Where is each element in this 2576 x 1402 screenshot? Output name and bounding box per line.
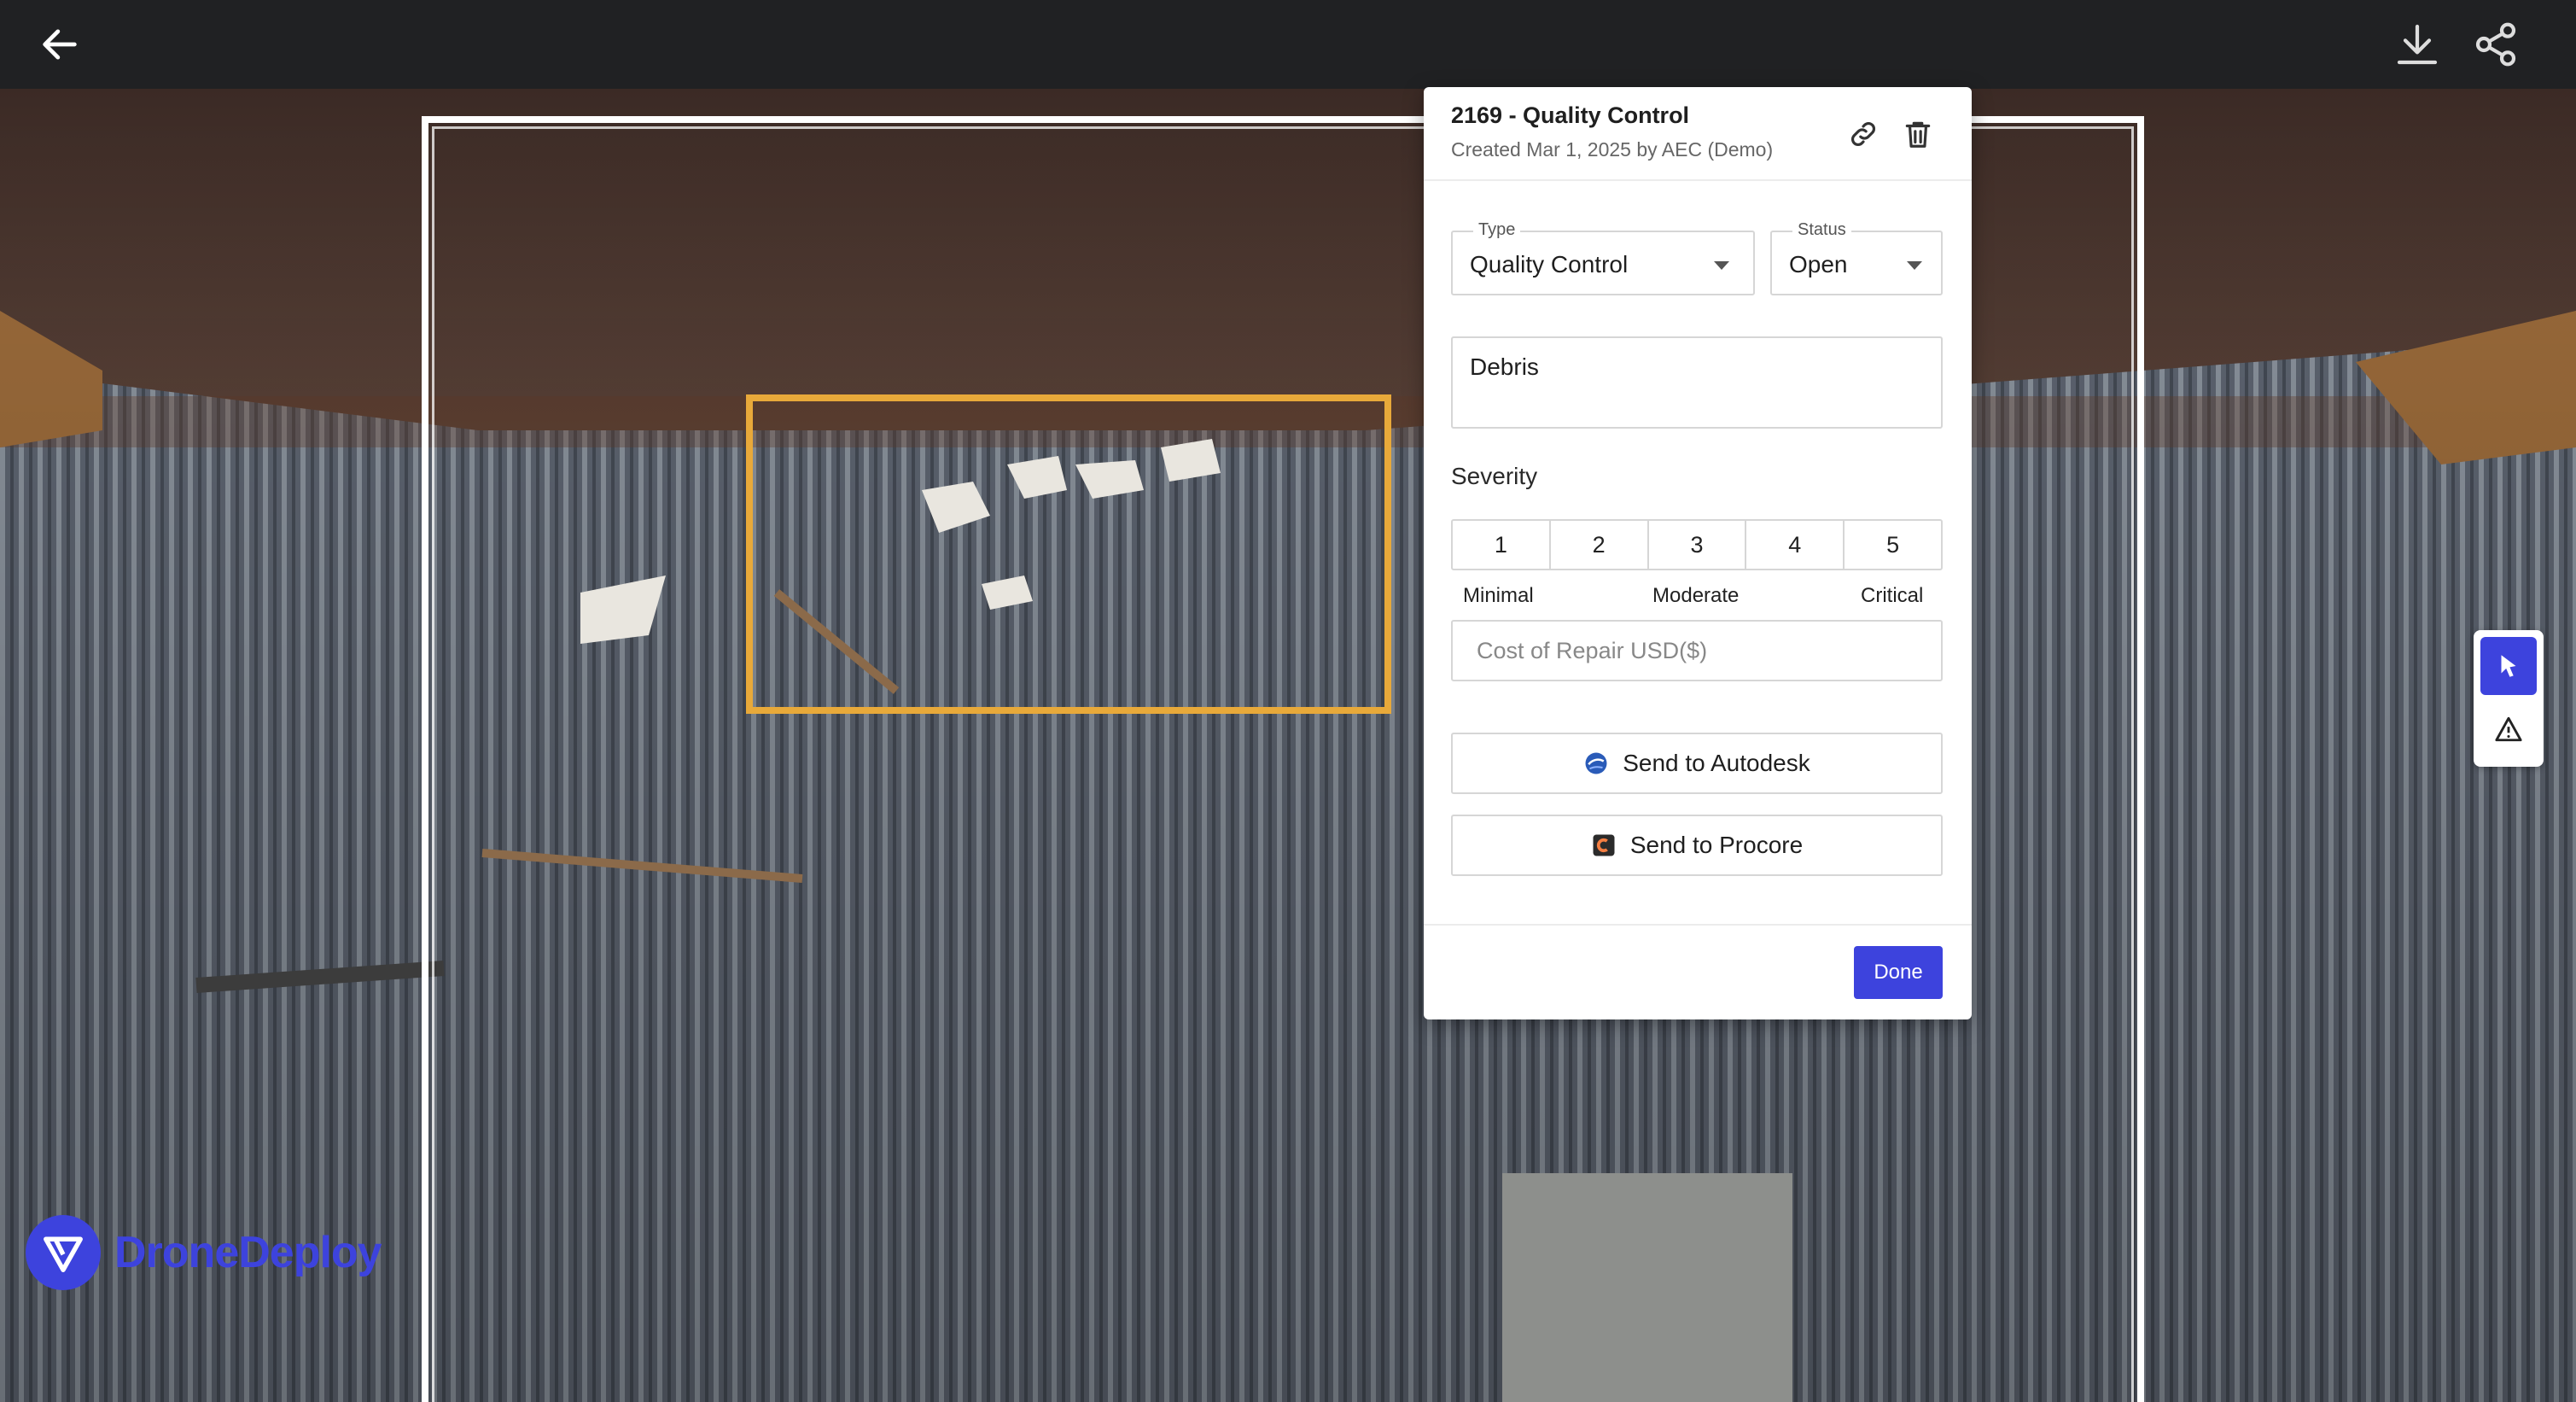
status-label: Status	[1792, 220, 1851, 240]
status-select[interactable]: Status Open	[1770, 220, 1943, 295]
severity-2-button[interactable]: 2	[1551, 521, 1649, 569]
severity-critical-caption: Critical	[1861, 584, 1924, 607]
issue-panel-header: 2169 - Quality Control Created Mar 1, 20…	[1424, 87, 1972, 181]
send-to-procore-label: Send to Procore	[1629, 832, 1804, 858]
send-to-autodesk-label: Send to Autodesk	[1623, 750, 1810, 776]
send-to-procore-button[interactable]: Send to Procore	[1451, 815, 1943, 876]
issue-title: 2169 - Quality Control	[1451, 102, 1690, 128]
severity-moderate-caption: Moderate	[1652, 584, 1740, 607]
cursor-icon[interactable]	[2480, 637, 2537, 695]
download-icon[interactable]	[2393, 20, 2441, 68]
dronedeploy-logo: DroneDeploy	[26, 1212, 382, 1293]
type-select[interactable]: Type Quality Control	[1451, 220, 1755, 295]
severity-4-button[interactable]: 4	[1746, 521, 1845, 569]
issue-name-field[interactable]: Debris	[1451, 336, 1943, 429]
cost-of-repair-input[interactable]	[1453, 622, 1941, 680]
autodesk-icon	[1585, 752, 1607, 774]
issue-subtitle: Created Mar 1, 2025 by AEC (Demo)	[1451, 138, 1774, 161]
severity-3-button[interactable]: 3	[1649, 521, 1747, 569]
panel-divider	[1424, 924, 1972, 926]
type-label: Type	[1473, 220, 1521, 240]
dronedeploy-logo-icon	[26, 1215, 101, 1290]
issue-annotation-box[interactable]	[746, 394, 1391, 714]
send-to-autodesk-button[interactable]: Send to Autodesk	[1451, 733, 1943, 794]
status-value: Open	[1789, 251, 1848, 277]
severity-selector: 1 2 3 4 5	[1451, 519, 1943, 570]
arrow-left-icon[interactable]	[38, 22, 82, 67]
warning-icon[interactable]	[2480, 700, 2537, 758]
link-icon[interactable]	[1842, 113, 1885, 155]
tool-palette	[2474, 630, 2544, 767]
top-bar	[0, 0, 2576, 89]
share-icon[interactable]	[2472, 20, 2520, 68]
issue-name-value: Debris	[1470, 353, 1539, 380]
cost-field	[1451, 620, 1943, 681]
severity-label: Severity	[1451, 463, 1538, 489]
severity-minimal-caption: Minimal	[1463, 584, 1534, 607]
severity-5-button[interactable]: 5	[1845, 521, 1941, 569]
trash-icon[interactable]	[1897, 113, 1939, 155]
procore-icon	[1593, 834, 1615, 856]
issue-panel: 2169 - Quality Control Created Mar 1, 20…	[1424, 87, 1972, 1019]
severity-1-button[interactable]: 1	[1453, 521, 1551, 569]
chevron-down-icon	[1907, 261, 1922, 270]
logo-text: DroneDeploy	[114, 1228, 382, 1277]
chevron-down-icon	[1714, 261, 1729, 270]
type-value: Quality Control	[1470, 251, 1629, 277]
done-button[interactable]: Done	[1854, 946, 1943, 999]
